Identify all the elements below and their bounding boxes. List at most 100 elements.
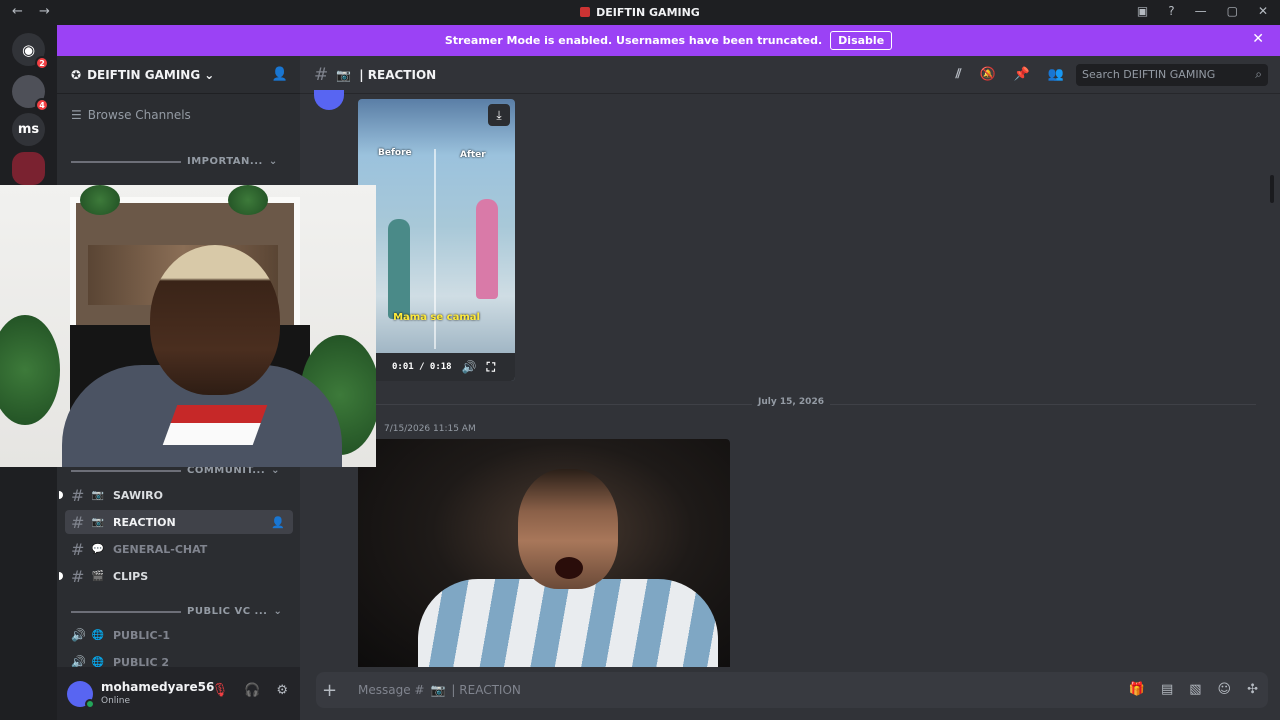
channel-name: GENERAL-CHAT [113, 542, 208, 556]
divider-line [71, 469, 181, 472]
webcam-overlay [0, 185, 376, 467]
close-icon[interactable]: ✕ [1252, 31, 1264, 47]
channel-sawiro[interactable]: # 📷 SAWIRO [59, 483, 293, 507]
server-badge-icon: ✪ [71, 67, 82, 82]
unread-indicator [59, 491, 63, 499]
invite-icon[interactable]: 👤 [272, 67, 288, 82]
fullscreen-icon[interactable]: ⛶ [487, 360, 495, 375]
channel-general-chat[interactable]: # 💬 GENERAL-CHAT [65, 537, 293, 561]
maximize-icon[interactable]: ▢ [1227, 4, 1238, 18]
hash-icon: # [71, 539, 85, 559]
channel-emoji: 🌐 [91, 629, 105, 641]
title-bar: ← → DEIFTIN GAMING ▣ ? — ▢ ✕ [0, 0, 1280, 25]
banner-text: Streamer Mode is enabled. Usernames have… [444, 34, 823, 47]
channel-emoji: 💬 [91, 543, 105, 555]
gift-icon[interactable]: 🎁 [1129, 682, 1145, 697]
volume-icon[interactable]: 🔊 [462, 360, 477, 374]
video-label-after: After [460, 150, 486, 160]
discord-icon: ◉ [21, 40, 36, 59]
hash-icon: # [71, 512, 85, 532]
channel-header: # 📷 | REACTION ⫽ 🔕 📌 👥 Search DEIFTIN GA… [300, 56, 1280, 94]
channel-reaction[interactable]: # 📷 REACTION 👤 [65, 510, 293, 534]
divider-line [71, 160, 181, 163]
channel-emoji: 📷 [430, 683, 446, 697]
user-panel: mohamedyare56 Online 🎙 🎧 ⚙ [57, 667, 300, 720]
notification-bell-icon[interactable]: 🔕 [979, 67, 995, 82]
hash-icon: # [71, 566, 85, 586]
channel-emoji: 📷 [91, 489, 105, 501]
channel-title: | REACTION [359, 67, 437, 82]
channel-emoji: 🌐 [91, 656, 105, 668]
image-shirt [418, 579, 718, 667]
server-header[interactable]: ✪ DEIFTIN GAMING ⌄ 👤 [57, 56, 300, 94]
inbox-icon[interactable]: ▣ [1137, 4, 1148, 18]
mic-muted-icon[interactable]: 🎙 [212, 683, 229, 698]
online-status-icon [85, 698, 95, 709]
video-figure-right [476, 199, 498, 299]
invite-icon[interactable]: 👤 [271, 516, 285, 529]
search-icon: ⌕ [1255, 67, 1262, 81]
video-attachment[interactable]: ⤓ Before After Mama se camal 0:01 / 0:18… [358, 99, 515, 381]
image-attachment[interactable] [358, 439, 730, 667]
notification-badge: 2 [35, 56, 49, 70]
composer-placeholder: Message # [358, 683, 425, 697]
channel-name: CLIPS [113, 569, 149, 583]
sticker-icon[interactable]: ▧ [1189, 682, 1201, 697]
voice-channel-public-1[interactable]: 🔊 🌐 PUBLIC-1 [65, 623, 293, 647]
list-icon: ☰ [71, 108, 82, 122]
video-label-before: Before [378, 148, 412, 158]
close-icon[interactable]: ✕ [1258, 4, 1268, 18]
server-icon-1[interactable]: 4 [12, 75, 49, 112]
search-input[interactable]: Search DEIFTIN GAMING ⌕ [1076, 64, 1268, 86]
date-divider: July 15, 2026 [376, 397, 1256, 407]
streamer-mode-banner: Streamer Mode is enabled. Usernames have… [57, 25, 1280, 56]
unread-indicator [59, 572, 63, 580]
channel-emoji: 📷 [91, 516, 105, 528]
chevron-down-icon: ⌄ [268, 156, 278, 167]
avatar[interactable] [314, 90, 344, 110]
username: mohamedyare56 [101, 679, 215, 694]
category-important[interactable]: IMPORTAN... ⌄ [71, 156, 278, 167]
minimize-icon[interactable]: — [1195, 4, 1207, 18]
members-icon[interactable]: 👥 [1048, 67, 1064, 82]
gear-icon[interactable]: ⚙ [276, 683, 288, 698]
video-figure-left [388, 219, 410, 319]
message-input[interactable]: + Message # 📷 | REACTION 🎁 ▤ ▧ ☺ ✣ [316, 672, 1268, 708]
webcam-plant [228, 185, 268, 215]
gif-icon[interactable]: ▤ [1161, 682, 1173, 697]
pin-icon[interactable]: 📌 [1014, 67, 1030, 82]
channel-emoji: 📷 [336, 67, 352, 82]
video-caption: Mama se camal [393, 312, 480, 323]
server-icon [580, 7, 591, 17]
webcam-plant [0, 315, 60, 425]
speaker-icon: 🔊 [71, 628, 86, 642]
video-controls: 0:01 / 0:18 🔊 ⛶ [358, 353, 515, 381]
home-button[interactable]: ◉ 2 [12, 33, 49, 70]
webcam-person-head [150, 245, 280, 395]
avatar[interactable] [67, 680, 95, 709]
download-icon[interactable]: ⤓ [488, 104, 510, 126]
channel-name: REACTION [113, 515, 176, 529]
image-mouth [555, 557, 583, 579]
channel-clips[interactable]: # 🎬 CLIPS [59, 564, 293, 588]
emoji-icon[interactable]: ☺ [1218, 682, 1232, 697]
threads-icon[interactable]: ⫽ [956, 67, 962, 82]
server-icon-ms[interactable]: ms [12, 113, 45, 146]
category-public-vc[interactable]: PUBLIC VC ... ⌄ [71, 606, 282, 617]
plus-icon[interactable]: + [322, 680, 337, 701]
browse-channels[interactable]: ☰ Browse Channels [71, 108, 191, 122]
server-name: DEIFTIN GAMING [87, 67, 201, 82]
user-status: Online [101, 695, 131, 706]
help-icon[interactable]: ? [1168, 4, 1174, 18]
scrollbar[interactable] [1270, 175, 1274, 203]
server-icon-deiftin[interactable] [12, 152, 45, 185]
composer-channel: | REACTION [451, 683, 521, 697]
apps-icon[interactable]: ✣ [1247, 682, 1258, 697]
window-title: DEIFTIN GAMING [0, 6, 1280, 19]
message-timestamp: 7/15/2026 11:15 AM [384, 424, 476, 434]
disable-button[interactable]: Disable [830, 31, 893, 50]
headphones-icon[interactable]: 🎧 [244, 683, 260, 698]
date-divider-label: July 15, 2026 [752, 397, 830, 407]
video-time: 0:01 / 0:18 [392, 362, 452, 372]
webcam-shirt-logo [162, 405, 268, 445]
